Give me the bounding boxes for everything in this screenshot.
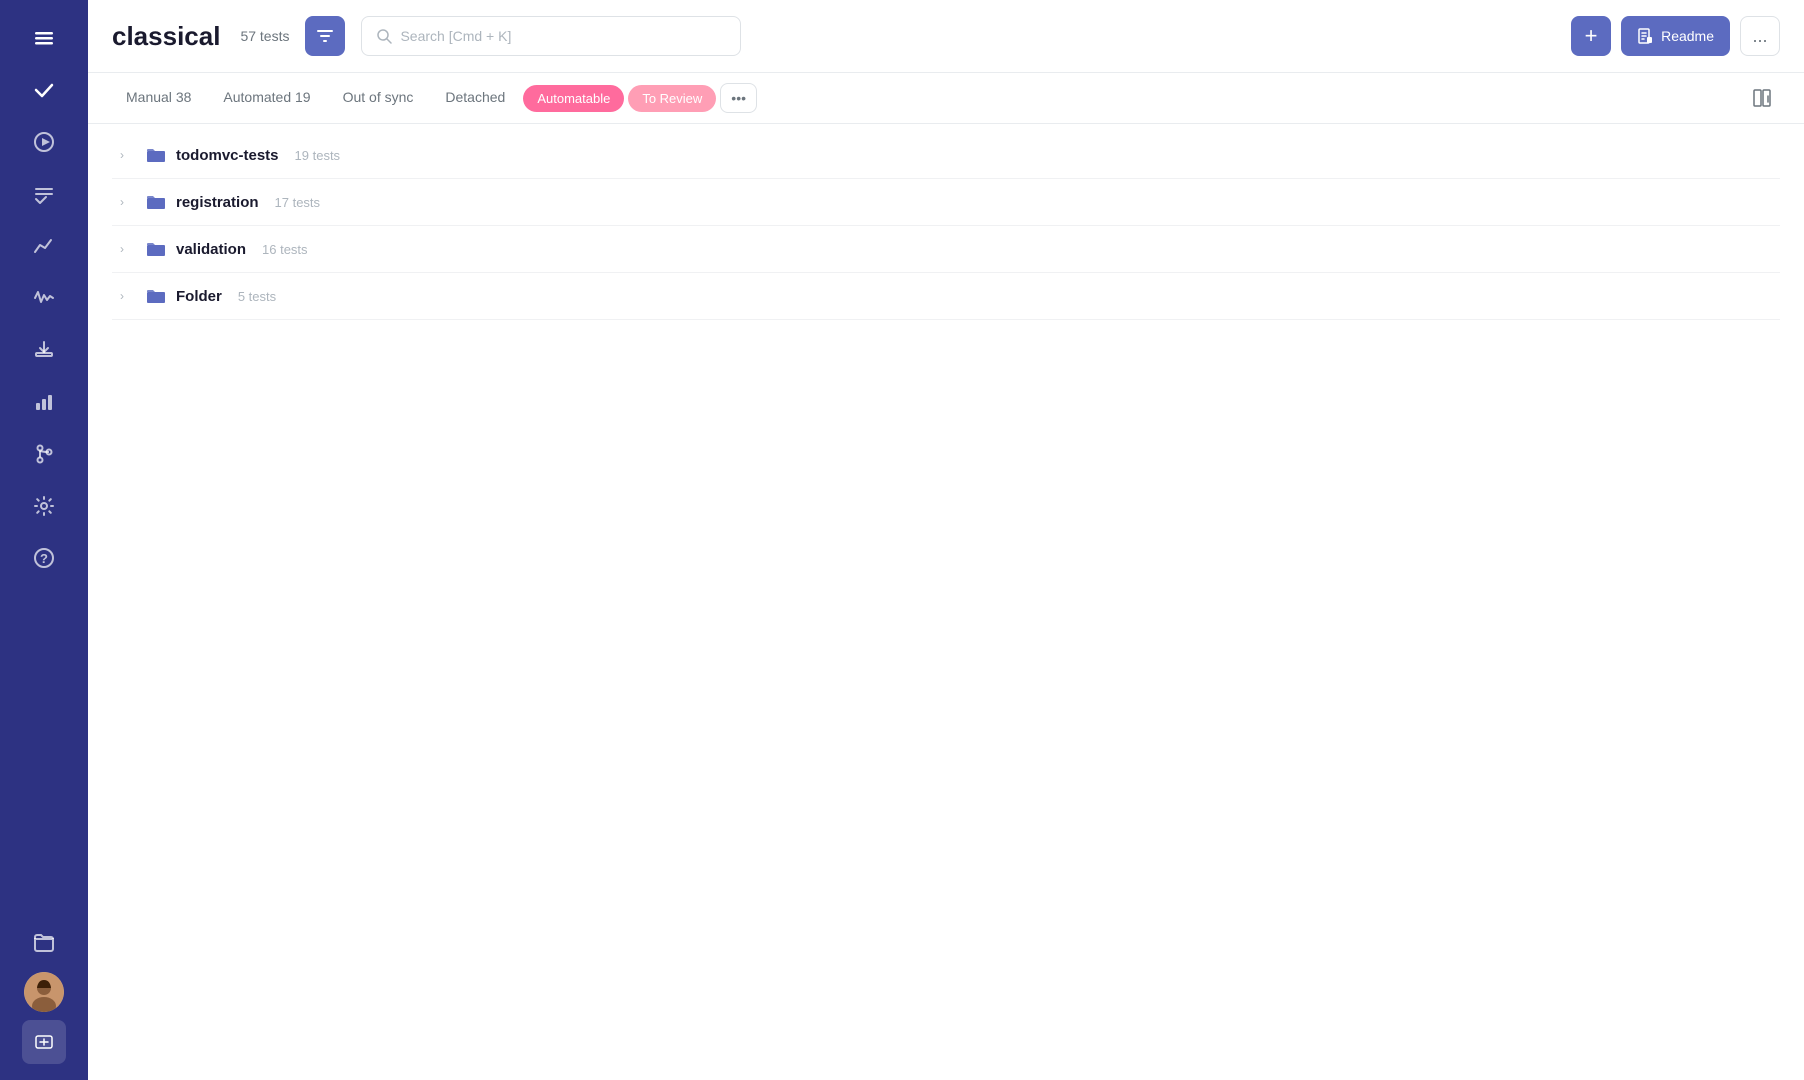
import-icon[interactable] (22, 328, 66, 372)
tab-more-button[interactable]: ••• (720, 83, 757, 113)
folder-count-folder: 5 tests (238, 289, 276, 304)
sidebar: ? (0, 0, 88, 1080)
folder-icon (146, 193, 166, 211)
chevron-right-icon: › (120, 195, 136, 209)
readme-label: Readme (1661, 28, 1714, 44)
chevron-right-icon: › (120, 242, 136, 256)
column-toggle-button[interactable] (1744, 80, 1780, 116)
folder-list: › todomvc-tests 19 tests › registration … (88, 124, 1804, 1080)
folder-item-registration[interactable]: › registration 17 tests (112, 179, 1780, 226)
svg-text:?: ? (40, 551, 48, 566)
header-actions: + Readme ... (1571, 16, 1780, 56)
tab-manual[interactable]: Manual 38 (112, 73, 205, 123)
folder-icon (146, 146, 166, 164)
app-title: classical (112, 21, 220, 52)
activity-icon[interactable] (22, 276, 66, 320)
main-content: classical 57 tests Search [Cmd + K] + (88, 0, 1804, 1080)
analytics-icon[interactable] (22, 224, 66, 268)
chevron-right-icon: › (120, 148, 136, 162)
folder-item-todomvc[interactable]: › todomvc-tests 19 tests (112, 132, 1780, 179)
hamburger-icon[interactable] (22, 16, 66, 60)
folder-name-validation: validation (176, 241, 246, 258)
check-icon[interactable] (22, 68, 66, 112)
folder-item-validation[interactable]: › validation 16 tests (112, 226, 1780, 273)
search-icon (376, 28, 392, 44)
tabs-right-actions (1744, 80, 1780, 116)
keyboard-shortcut-icon[interactable] (22, 1020, 66, 1064)
header: classical 57 tests Search [Cmd + K] + (88, 0, 1804, 73)
folder-icon (146, 240, 166, 258)
list-check-icon[interactable] (22, 172, 66, 216)
folder-name-folder: Folder (176, 288, 222, 305)
bar-chart-icon[interactable] (22, 380, 66, 424)
help-icon[interactable]: ? (22, 536, 66, 580)
tab-detached[interactable]: Detached (431, 73, 519, 123)
readme-button[interactable]: Readme (1621, 16, 1730, 56)
search-box[interactable]: Search [Cmd + K] (361, 16, 741, 56)
add-button[interactable]: + (1571, 16, 1611, 56)
folder-count-validation: 16 tests (262, 242, 308, 257)
avatar[interactable] (24, 972, 64, 1012)
folder-count-registration: 17 tests (275, 195, 321, 210)
git-branch-icon[interactable] (22, 432, 66, 476)
tab-automated[interactable]: Automated 19 (209, 73, 324, 123)
sidebar-bottom (22, 920, 66, 1064)
play-icon[interactable] (22, 120, 66, 164)
folder-stack-icon[interactable] (22, 920, 66, 964)
tabs-bar: Manual 38 Automated 19 Out of sync Detac… (88, 73, 1804, 124)
folder-count-todomvc: 19 tests (295, 148, 341, 163)
folder-name-todomvc: todomvc-tests (176, 147, 279, 164)
folder-icon (146, 287, 166, 305)
search-placeholder: Search [Cmd + K] (400, 28, 511, 44)
more-options-button[interactable]: ... (1740, 16, 1780, 56)
folder-item-folder[interactable]: › Folder 5 tests (112, 273, 1780, 320)
tab-automatable[interactable]: Automatable (523, 85, 624, 112)
filter-button[interactable] (305, 16, 345, 56)
readme-icon (1637, 28, 1653, 44)
tab-to-review[interactable]: To Review (628, 85, 716, 112)
chevron-right-icon: › (120, 289, 136, 303)
test-count-label: 57 tests (240, 28, 289, 44)
settings-icon[interactable] (22, 484, 66, 528)
folder-name-registration: registration (176, 194, 259, 211)
tab-out-of-sync[interactable]: Out of sync (329, 73, 428, 123)
